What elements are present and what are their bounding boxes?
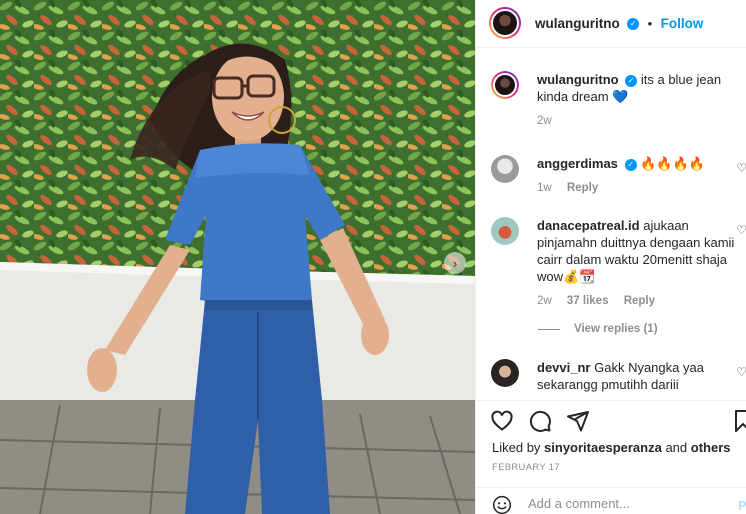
comment-bubble-icon[interactable] [528, 409, 552, 433]
comments-list: wulanguritno ✓ its a blue jean kinda dre… [476, 47, 746, 400]
reply-button[interactable]: Reply [567, 182, 598, 194]
comment-like-heart-icon[interactable]: ♡ [736, 223, 746, 237]
comment-username[interactable]: danacepatreal.id [537, 218, 640, 233]
author-avatar[interactable] [489, 7, 521, 39]
verified-badge-icon: ✓ [627, 17, 640, 30]
liked-by-user[interactable]: sinyoritaesperanza [544, 440, 662, 455]
view-replies-label: View replies (1) [574, 323, 658, 335]
paper-plane-icon[interactable] [566, 409, 590, 433]
separator: • [647, 16, 653, 31]
verified-badge-icon: ✓ [625, 74, 638, 87]
bookmark-icon[interactable] [733, 409, 746, 433]
follow-button[interactable]: Follow [661, 16, 704, 31]
reply-button[interactable]: Reply [624, 295, 655, 307]
verified-badge-icon: ✓ [624, 158, 637, 171]
commenter-avatar[interactable] [491, 217, 519, 245]
post-actions: Liked by sinyoritaesperanza and others F… [476, 400, 746, 514]
commenter-avatar[interactable] [491, 359, 519, 387]
comment-text: 🔥🔥🔥🔥 [640, 156, 705, 171]
comment-likes[interactable]: 37 likes [567, 295, 609, 307]
caption-avatar[interactable] [491, 71, 519, 99]
divider [538, 328, 560, 330]
comment-like-heart-icon[interactable]: ♡ [736, 161, 746, 175]
comment-username[interactable]: anggerdimas [537, 156, 618, 171]
view-replies-button[interactable]: View replies (1) [538, 323, 658, 335]
liked-by-prefix: Liked by [492, 440, 541, 455]
comment-time[interactable]: 2w [537, 295, 552, 307]
chevron-right-icon: › [452, 255, 458, 271]
author-username[interactable]: wulanguritno [535, 16, 620, 31]
add-comment-input[interactable] [528, 496, 718, 511]
caption-username[interactable]: wulanguritno [537, 72, 619, 87]
post-photo[interactable]: › [0, 0, 475, 514]
liked-by-middle: and [665, 440, 688, 455]
comment-time[interactable]: 1w [537, 182, 552, 194]
photo-illustration [0, 0, 475, 514]
post-date[interactable]: FEBRUARY 17 [492, 462, 560, 473]
header-user-line: wulanguritno ✓ • Follow [535, 15, 703, 33]
heart-icon[interactable] [490, 409, 514, 433]
comment-like-heart-icon[interactable]: ♡ [736, 365, 746, 379]
smiley-icon[interactable] [492, 495, 512, 514]
post-side-panel: wulanguritno ✓ • Follow wulanguritno ✓ i… [475, 0, 746, 514]
add-comment-bar: P [476, 487, 746, 514]
liked-by-others[interactable]: others [691, 440, 731, 455]
next-photo-button[interactable]: › [444, 252, 466, 274]
caption-time[interactable]: 2w [537, 115, 552, 127]
post-header: wulanguritno ✓ • Follow [476, 0, 746, 48]
comment-username[interactable]: devvi_nr [537, 360, 590, 375]
commenter-avatar[interactable] [491, 155, 519, 183]
liked-by-line: Liked by sinyoritaesperanza and others [492, 440, 731, 455]
post-comment-button[interactable]: P [738, 498, 746, 513]
